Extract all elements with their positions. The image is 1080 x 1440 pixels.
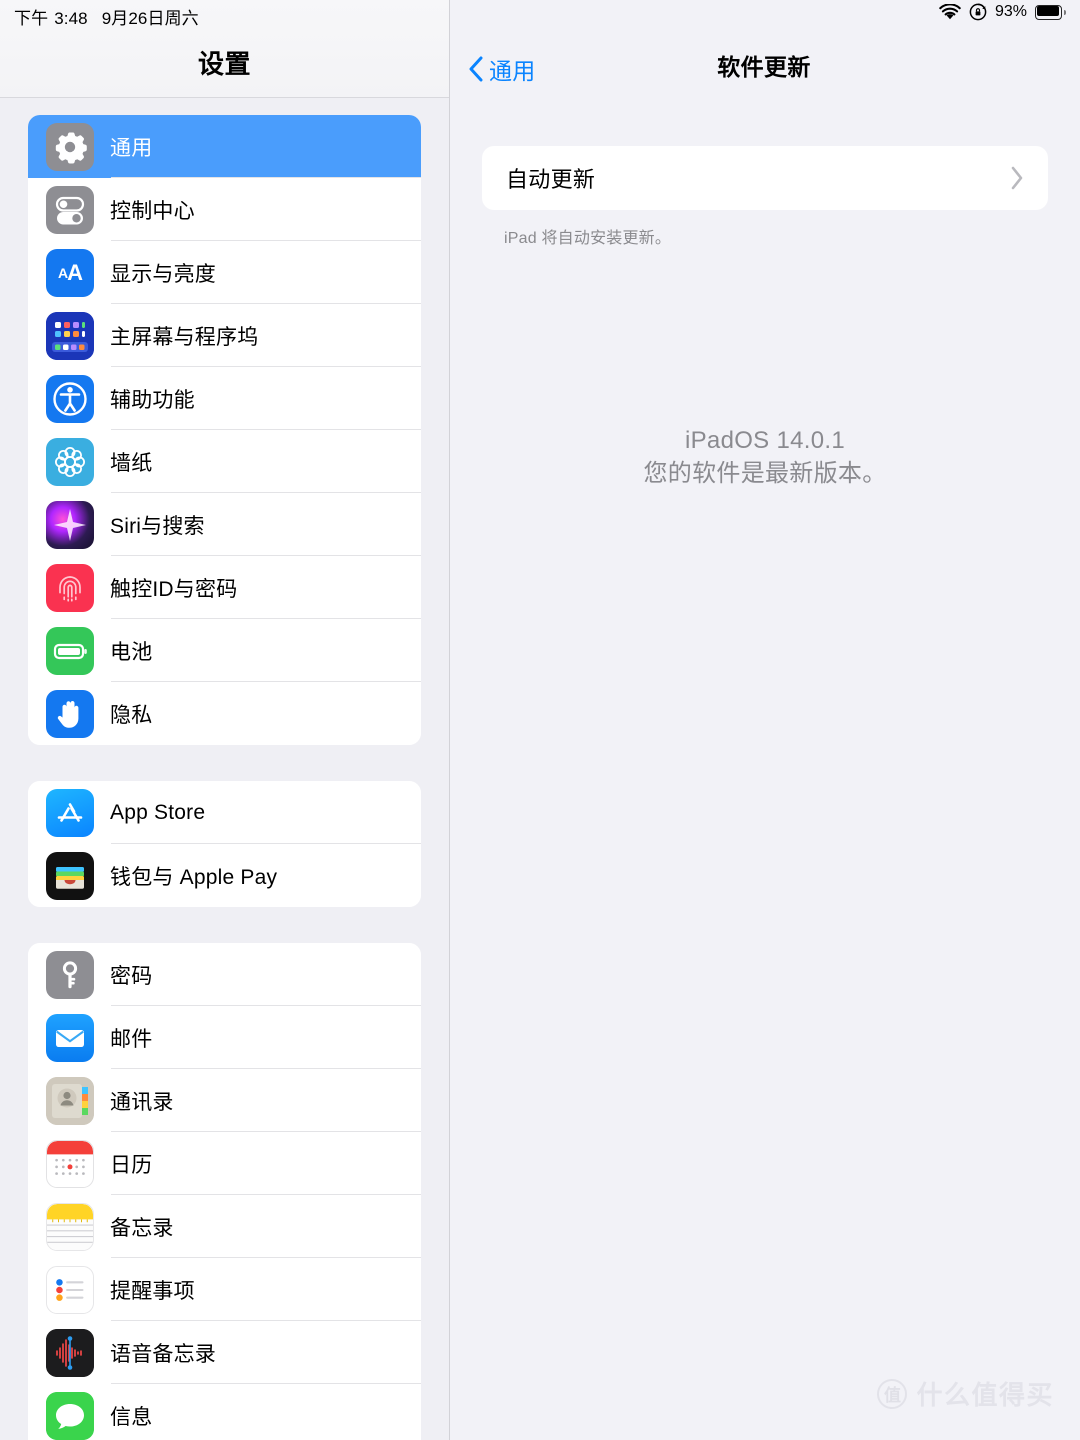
sidebar-item-label: 提醒事项 xyxy=(110,1279,195,1303)
sidebar-item-label: 触控ID与密码 xyxy=(110,577,238,601)
sidebar-item-label: 日历 xyxy=(110,1153,153,1177)
sidebar-item-wallet-apple-pay[interactable]: 钱包与 Apple Pay xyxy=(28,844,421,907)
sidebar-item-label: 信息 xyxy=(110,1405,153,1429)
sidebar-item-passwords[interactable]: 密码 xyxy=(28,943,421,1006)
sidebar-group-stores: App Store 钱包与 Apple Pay xyxy=(28,781,421,907)
settings-sidebar: 设置 通用 控制中心 A A 显示与亮度 主屏幕与程序坞 辅助功能 墙纸 Sir… xyxy=(0,0,450,1440)
sidebar-item-display-brightness[interactable]: AA 显示与亮度 xyxy=(28,241,421,304)
sidebar-group-apps: 密码 邮件 通讯录 日历 备忘录 提醒事项 语音备忘录 信息 xyxy=(28,943,421,1440)
watermark: 值 什么值得买 xyxy=(877,1375,1054,1412)
sidebar-item-label: 钱包与 Apple Pay xyxy=(110,865,278,889)
sidebar-item-label: Siri与搜索 xyxy=(110,514,205,538)
sidebar-item-label: 密码 xyxy=(110,964,153,988)
sidebar-item-label: 通用 xyxy=(110,136,153,160)
sidebar-item-label: App Store xyxy=(110,800,206,824)
sidebar-item-voice-memos[interactable]: 语音备忘录 xyxy=(28,1321,421,1384)
privacy-hand-icon xyxy=(46,689,94,738)
page-title: 设置 xyxy=(197,49,251,79)
calendar-icon xyxy=(46,1139,94,1188)
auto-update-card: 自动更新 xyxy=(482,146,1048,210)
sidebar-item-accessibility[interactable]: 辅助功能 xyxy=(28,367,421,430)
passwords-key-icon xyxy=(46,950,94,999)
sidebar-item-touch-id-passcode[interactable]: 触控ID与密码 xyxy=(28,556,421,619)
sidebar-item-label: 显示与亮度 xyxy=(110,262,216,286)
sidebar-item-calendar[interactable]: 日历 xyxy=(28,1132,421,1195)
siri-icon xyxy=(46,500,94,549)
sidebar-item-contacts[interactable]: 通讯录 xyxy=(28,1069,421,1132)
app-store-icon xyxy=(46,788,94,837)
display-brightness-icon: AA xyxy=(46,248,94,297)
chevron-right-icon xyxy=(1011,166,1023,190)
up-to-date-message: 您的软件是最新版本。 xyxy=(643,460,887,488)
voice-memos-icon xyxy=(46,1328,94,1377)
notes-icon xyxy=(46,1202,94,1251)
auto-update-footer-note: iPad 将自动安装更新。 xyxy=(504,230,672,247)
sidebar-item-battery[interactable]: 电池 xyxy=(28,619,421,682)
sidebar-item-label: 隐私 xyxy=(110,703,153,727)
sidebar-item-label: 辅助功能 xyxy=(110,388,195,412)
sidebar-item-notes[interactable]: 备忘录 xyxy=(28,1195,421,1258)
sidebar-scroll-area[interactable]: 通用 控制中心 A A 显示与亮度 主屏幕与程序坞 辅助功能 墙纸 Siri与搜… xyxy=(0,98,449,1440)
sidebar-item-label: 墙纸 xyxy=(110,451,153,475)
sidebar-item-reminders[interactable]: 提醒事项 xyxy=(28,1258,421,1321)
home-screen-dock-icon xyxy=(46,311,94,360)
sidebar-item-app-store[interactable]: App Store xyxy=(28,781,421,844)
ipad-settings-screen: 设置 通用 控制中心 A A 显示与亮度 主屏幕与程序坞 辅助功能 墙纸 Sir… xyxy=(0,0,1080,1440)
battery-settings-icon xyxy=(46,626,94,675)
sidebar-item-label: 控制中心 xyxy=(110,199,195,223)
sidebar-item-home-screen-dock[interactable]: 主屏幕与程序坞 xyxy=(28,304,421,367)
auto-update-label: 自动更新 xyxy=(506,167,596,192)
accessibility-icon xyxy=(46,374,94,423)
wallet-icon xyxy=(46,851,94,900)
sidebar-item-general[interactable]: 通用 xyxy=(28,115,421,178)
sidebar-group-system: 通用 控制中心 A A 显示与亮度 主屏幕与程序坞 辅助功能 墙纸 Siri与搜… xyxy=(28,115,421,745)
auto-update-row[interactable]: 自动更新 xyxy=(482,146,1048,210)
sidebar-item-messages[interactable]: 信息 xyxy=(28,1384,421,1440)
sidebar-item-label: 邮件 xyxy=(110,1027,153,1051)
mail-icon xyxy=(46,1013,94,1062)
sidebar-item-label: 电池 xyxy=(110,640,153,664)
control-center-icon xyxy=(46,185,94,234)
wallpaper-icon xyxy=(46,437,94,486)
sidebar-item-mail[interactable]: 邮件 xyxy=(28,1006,421,1069)
contacts-icon xyxy=(46,1076,94,1125)
gear-icon xyxy=(46,122,94,171)
messages-icon xyxy=(46,1391,94,1440)
sidebar-item-label: 语音备忘录 xyxy=(110,1342,216,1366)
sidebar-item-siri-search[interactable]: Siri与搜索 xyxy=(28,493,421,556)
update-status-block: iPadOS 14.0.1 您的软件是最新版本。 xyxy=(450,424,1080,490)
watermark-badge: 值 xyxy=(877,1378,908,1409)
detail-title: 软件更新 xyxy=(717,54,811,80)
watermark-text: 什么值得买 xyxy=(916,1380,1054,1410)
reminders-icon xyxy=(46,1265,94,1314)
software-update-pane: 通用 软件更新 自动更新 iPad 将自动安装更新。 iPadOS 14.0.1… xyxy=(450,0,1080,1440)
sidebar-item-label: 备忘录 xyxy=(110,1216,174,1240)
back-button-label: 通用 xyxy=(489,58,536,84)
detail-body: 自动更新 iPad 将自动安装更新。 xyxy=(450,98,1080,248)
ipados-version: iPadOS 14.0.1 xyxy=(684,427,845,454)
sidebar-item-control-center[interactable]: 控制中心 xyxy=(28,178,421,241)
sidebar-item-privacy[interactable]: 隐私 xyxy=(28,682,421,745)
sidebar-header: 设置 xyxy=(0,0,449,98)
sidebar-item-wallpaper[interactable]: 墙纸 xyxy=(28,430,421,493)
chevron-left-icon xyxy=(469,56,483,82)
detail-header: 通用 软件更新 xyxy=(450,0,1080,98)
back-button[interactable]: 通用 xyxy=(468,52,536,86)
sidebar-item-label: 通讯录 xyxy=(110,1090,174,1114)
sidebar-item-label: 主屏幕与程序坞 xyxy=(110,325,259,349)
touch-id-icon xyxy=(46,563,94,612)
